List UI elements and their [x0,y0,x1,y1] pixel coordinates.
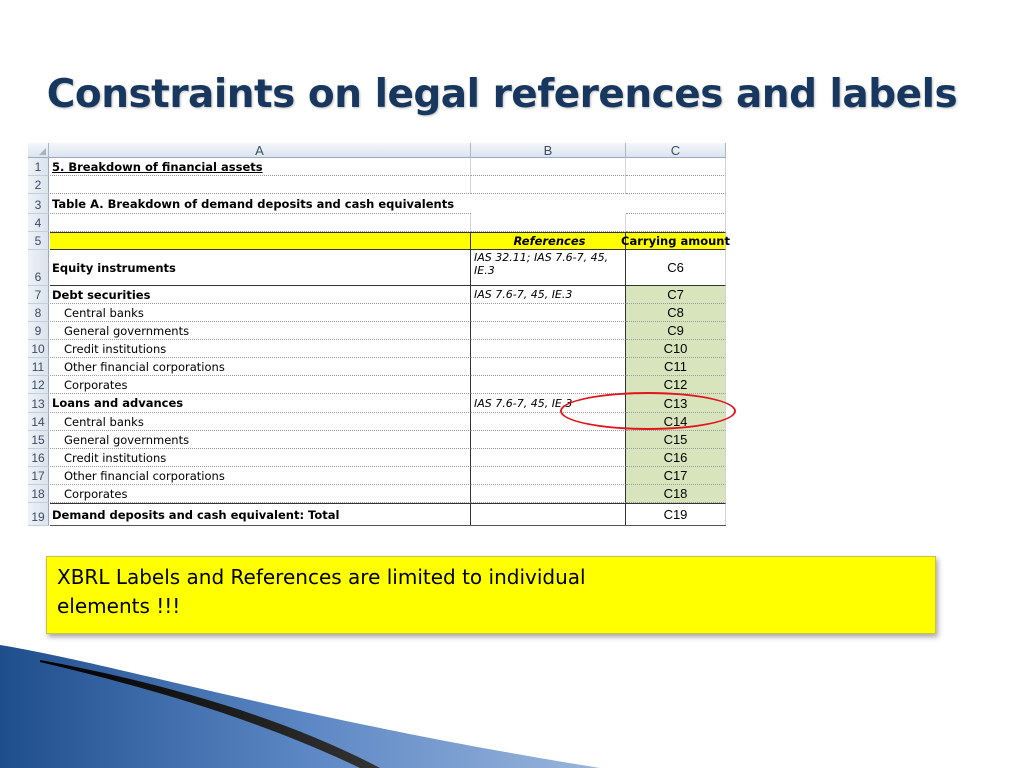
reference-cell-b15[interactable] [471,431,626,449]
reference-cell-b16[interactable] [471,449,626,467]
row-label-credit-institutions[interactable]: Credit institutions [50,449,471,467]
row-number[interactable]: 1 [28,158,49,176]
row-label-loans-and-advances[interactable]: Loans and advances [50,394,471,413]
reference-cell-b7[interactable]: IAS 7.6-7, 45, IE.3 [471,286,626,304]
row-label-other-financial-corporations[interactable]: Other financial corporations [50,358,471,376]
row-number[interactable]: 18 [28,485,49,503]
reference-cell-b8[interactable] [471,304,626,322]
value-cell-c17[interactable]: C17 [626,467,726,485]
row-label-general-governments[interactable]: General governments [50,431,471,449]
row-number[interactable]: 6 [28,250,49,286]
row-label-total[interactable]: Demand deposits and cash equivalent: Tot… [50,503,471,525]
row-label-central-banks[interactable]: Central banks [50,304,471,322]
row-number[interactable]: 8 [28,304,49,322]
cell-a2[interactable] [50,176,471,194]
row-number[interactable]: 17 [28,467,49,485]
row-number[interactable]: 16 [28,449,49,467]
cell-grid: 5. Breakdown of financial assets Table A… [50,158,730,526]
header-cell-a5[interactable] [50,232,471,250]
reference-cell-b10[interactable] [471,340,626,358]
decor-blue-wave [0,645,600,768]
row-number[interactable]: 12 [28,376,49,394]
row-number[interactable]: 11 [28,358,49,376]
slide-title: Constraints on legal references and labe… [46,72,958,117]
value-cell-c7[interactable]: C7 [626,286,726,304]
value-cell-c16[interactable]: C16 [626,449,726,467]
row-number[interactable]: 9 [28,322,49,340]
row-label-corporates[interactable]: Corporates [50,376,471,394]
reference-cell-b11[interactable] [471,358,626,376]
row-number[interactable]: 13 [28,394,49,413]
row-number[interactable]: 19 [28,503,49,526]
value-cell-c11[interactable]: C11 [626,358,726,376]
highlight-oval [560,392,736,430]
row-number[interactable]: 5 [28,232,49,250]
row-number[interactable]: 15 [28,431,49,449]
row-number[interactable]: 3 [28,194,49,214]
table-title-cell[interactable]: Table A. Breakdown of demand deposits an… [50,194,471,214]
row-label-debt-securities[interactable]: Debt securities [50,286,471,304]
row-label-corporates[interactable]: Corporates [50,485,471,503]
value-cell-c8[interactable]: C8 [626,304,726,322]
value-cell-c15[interactable]: C15 [626,431,726,449]
row-label-central-banks[interactable]: Central banks [50,413,471,431]
row-number[interactable]: 2 [28,176,49,194]
column-header-c[interactable]: C [626,143,726,158]
value-cell-c18[interactable]: C18 [626,485,726,503]
section-title-cell[interactable]: 5. Breakdown of financial assets [50,158,471,176]
reference-cell-b18[interactable] [471,485,626,503]
slide-decoration-swoosh [0,645,600,768]
callout-note: XBRL Labels and References are limited t… [46,556,936,634]
reference-cell-b12[interactable] [471,376,626,394]
reference-cell-b6[interactable]: IAS 32.11; IAS 7.6-7, 45, IE.3 [471,250,626,286]
column-header-b[interactable]: B [471,143,626,158]
value-cell-c6[interactable]: C6 [626,250,726,286]
cell-b1[interactable] [471,158,626,176]
cell-b4[interactable] [471,214,626,232]
callout-text: XBRL Labels and References are limited t… [57,565,586,618]
row-label-equity-instruments[interactable]: Equity instruments [50,250,471,286]
row-label-other-financial-corporations[interactable]: Other financial corporations [50,467,471,485]
cell-c4[interactable] [626,214,726,232]
value-cell-c19[interactable]: C19 [626,503,726,525]
reference-cell-b17[interactable] [471,467,626,485]
carrying-amount-header[interactable]: Carrying amount [621,232,730,250]
row-label-general-governments[interactable]: General governments [50,322,471,340]
reference-cell-b9[interactable] [471,322,626,340]
select-all-corner[interactable] [28,143,49,158]
spreadsheet: A B C 1 2 3 4 5 6 7 8 9 10 11 12 13 14 1… [28,143,730,526]
cell-c2[interactable] [626,176,726,194]
column-header-a[interactable]: A [49,143,471,158]
row-number[interactable]: 7 [28,286,49,304]
row-number[interactable]: 10 [28,340,49,358]
references-header[interactable]: References [471,232,626,250]
row-number[interactable]: 14 [28,413,49,431]
row-label-credit-institutions[interactable]: Credit institutions [50,340,471,358]
value-cell-c10[interactable]: C10 [626,340,726,358]
value-cell-c9[interactable]: C9 [626,322,726,340]
row-number[interactable]: 4 [28,214,49,232]
reference-cell-b19[interactable] [471,503,626,525]
cell-c3[interactable] [626,194,726,214]
cell-b2[interactable] [471,176,626,194]
cell-c1[interactable] [626,158,726,176]
cell-a4[interactable] [50,214,471,232]
